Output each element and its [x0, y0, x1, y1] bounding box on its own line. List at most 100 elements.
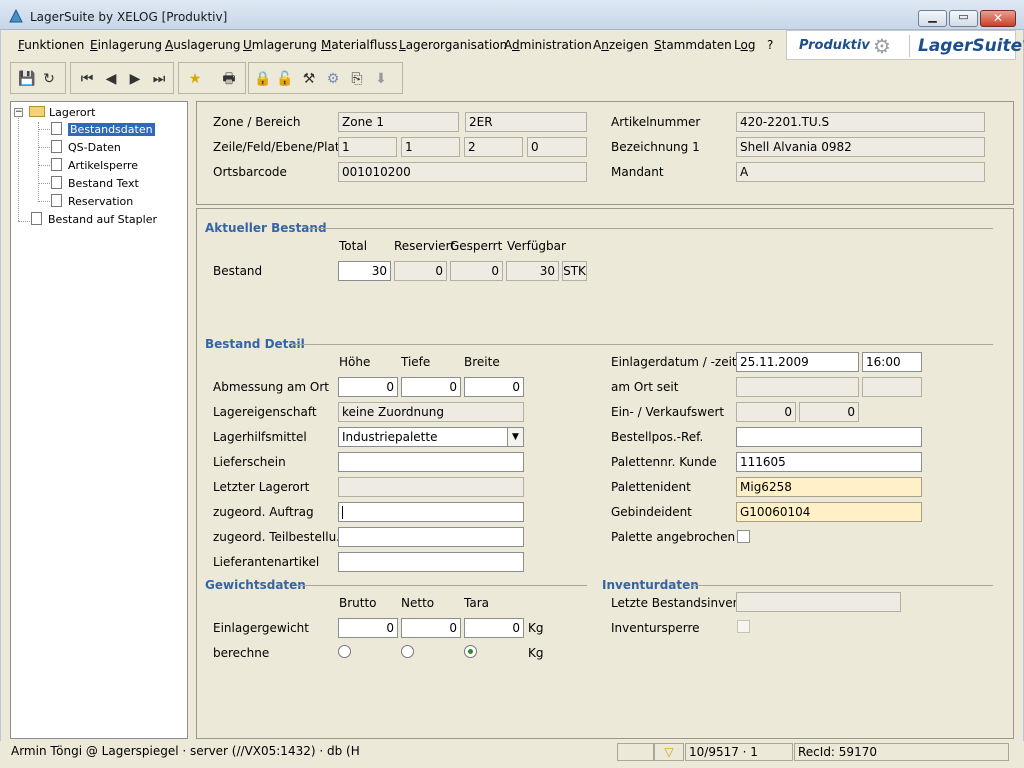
inventursperre-checkbox[interactable] [737, 620, 750, 633]
zone-field[interactable]: Zone 1 [338, 112, 459, 132]
lieferschein-field[interactable] [338, 452, 524, 472]
menu-item-lagerorganisation[interactable]: Lagerorganisation [399, 38, 507, 52]
bezeichnung-field[interactable]: Shell Alvania 0982 [736, 137, 985, 157]
auftrag-field[interactable] [338, 502, 524, 522]
header-gesperrt: Gesperrt [450, 239, 503, 253]
lock-icon[interactable]: 🔒 [253, 69, 273, 89]
artikelnr-field[interactable]: 420-2201.TU.S [736, 112, 985, 132]
gebindeident-field[interactable]: G10060104 [736, 502, 922, 522]
export-icon[interactable]: ⎘ [347, 69, 367, 89]
header-brutto: Brutto [339, 596, 377, 610]
gear-icon[interactable]: ⚙ [873, 34, 891, 58]
status-user: Armin Töngi @ Lagerspiegel · server (//V… [11, 744, 360, 758]
lagereigenschaft-field[interactable]: keine Zuordnung [338, 402, 524, 422]
zfep-label: Zeile/Feld/Ebene/Platz [213, 140, 346, 154]
bestand-reserviert-field[interactable]: 0 [394, 261, 447, 281]
unlock-icon[interactable]: 🔓 [275, 69, 295, 89]
brutto-field[interactable]: 0 [338, 618, 398, 638]
verkaufswert-field[interactable]: 0 [799, 402, 859, 422]
gebindeident-label: Gebindeident [611, 505, 692, 519]
header-verfuegbar: Verfügbar [507, 239, 566, 253]
header-tiefe: Tiefe [401, 355, 431, 369]
favorite-star-icon[interactable]: ★ [185, 69, 205, 89]
zeile-field[interactable]: 1 [338, 137, 397, 157]
collapse-icon[interactable]: − [14, 108, 23, 117]
next-record-icon[interactable]: ▶ [125, 69, 145, 89]
bestellpos-label: Bestellpos.-Ref. [611, 430, 704, 444]
stock-panel: Aktueller Bestand Total Reserviert Gespe… [196, 208, 1014, 739]
chevron-down-icon[interactable]: ▼ [507, 428, 523, 446]
toolbar-tools: 🔒 🔓 ⚒ ⚙ ⎘ ⬇ [248, 62, 403, 94]
lieferantenartikel-field[interactable] [338, 552, 524, 572]
tara-field[interactable]: 0 [464, 618, 524, 638]
section-divider [309, 228, 993, 229]
menu-item-anzeigen[interactable]: Anzeigen [593, 38, 648, 52]
bestand-verfuegbar-field[interactable]: 30 [506, 261, 559, 281]
feld-field[interactable]: 1 [401, 137, 460, 157]
section-gewichtsdaten: Gewichtsdaten [205, 578, 306, 592]
angebrochen-checkbox[interactable] [737, 530, 750, 543]
minimize-button[interactable]: ▁ [918, 10, 947, 27]
tree-node-reservation[interactable]: Reservation [51, 194, 133, 210]
tree-node-bestand-auf-stapler[interactable]: Bestand auf Stapler [31, 212, 157, 228]
maximize-button[interactable]: ▭ [949, 10, 978, 27]
tree-node-bestandsdaten[interactable]: Bestandsdaten [51, 122, 155, 138]
menu-item-auslagerung[interactable]: Auslagerung [165, 38, 241, 52]
menu-item-log[interactable]: Log [734, 38, 755, 52]
lagerhilfsmittel-select[interactable]: Industriepalette ▼ [338, 427, 524, 447]
hoehe-field[interactable]: 0 [338, 377, 398, 397]
menu-item-[interactable]: ? [767, 38, 773, 52]
first-record-icon[interactable]: ⏮ [77, 69, 97, 89]
menu-item-administration[interactable]: Administration [504, 38, 592, 52]
tiefe-field[interactable]: 0 [401, 377, 461, 397]
amortseit-date-field[interactable] [736, 377, 859, 397]
platz-field[interactable]: 0 [527, 137, 587, 157]
netto-field[interactable]: 0 [401, 618, 461, 638]
maximize-icon: ▭ [958, 10, 969, 23]
bestand-gesperrt-field[interactable]: 0 [450, 261, 503, 281]
tree-node-artikelsperre[interactable]: Artikelsperre [51, 158, 138, 174]
bereich-field[interactable]: 2ER [465, 112, 587, 132]
amortseit-time-field[interactable] [862, 377, 922, 397]
berechne-tara-radio[interactable] [464, 645, 477, 658]
bestand-unit: STK [562, 261, 587, 281]
bestellpos-field[interactable] [736, 427, 922, 447]
document-icon [51, 122, 62, 135]
berechne-netto-radio[interactable] [401, 645, 414, 658]
close-button[interactable]: ✕ [980, 10, 1016, 27]
teilbestellung-field[interactable] [338, 527, 524, 547]
lagerhilfsmittel-label: Lagerhilfsmittel [213, 430, 307, 444]
download-icon[interactable]: ⬇ [371, 69, 391, 89]
tree-connector [38, 122, 39, 202]
ebene-field[interactable]: 2 [464, 137, 523, 157]
bestand-total-field[interactable]: 30 [338, 261, 391, 281]
letzter-lagerort-field[interactable] [338, 477, 524, 497]
tools-icon[interactable]: ⚒ [299, 69, 319, 89]
palettennr-field[interactable]: 111605 [736, 452, 922, 472]
print-icon[interactable]: 🖶 [219, 69, 239, 89]
settings-icon[interactable]: ⚙ [323, 69, 343, 89]
berechne-brutto-radio[interactable] [338, 645, 351, 658]
menu-item-einlagerung[interactable]: Einlagerung [90, 38, 162, 52]
einlagerzeit-field[interactable]: 16:00 [862, 352, 922, 372]
filter-icon: ▽ [654, 743, 684, 761]
letzte-inventur-field[interactable] [736, 592, 901, 612]
menu-item-stammdaten[interactable]: Stammdaten [654, 38, 732, 52]
einlagerdatum-field[interactable]: 25.11.2009 [736, 352, 859, 372]
menu-item-umlagerung[interactable]: Umlagerung [243, 38, 317, 52]
save-icon[interactable]: 💾 [17, 69, 37, 89]
breite-field[interactable]: 0 [464, 377, 524, 397]
tree-node-qs-daten[interactable]: QS-Daten [51, 140, 121, 156]
mandant-field[interactable]: A [736, 162, 985, 182]
tree-node-lagerort[interactable]: Lagerort [29, 105, 95, 121]
einwert-field[interactable]: 0 [736, 402, 796, 422]
refresh-icon[interactable]: ↻ [39, 69, 59, 89]
previous-record-icon[interactable]: ◀ [101, 69, 121, 89]
last-record-icon[interactable]: ⏭ [149, 69, 169, 89]
menu-item-materialfluss[interactable]: Materialfluss [321, 38, 397, 52]
menu-item-funktionen[interactable]: Funktionen [18, 38, 84, 52]
barcode-field[interactable]: 001010200 [338, 162, 587, 182]
section-divider [297, 585, 587, 586]
tree-node-bestand-text[interactable]: Bestand Text [51, 176, 139, 192]
palettenident-field[interactable]: Mig6258 [736, 477, 922, 497]
